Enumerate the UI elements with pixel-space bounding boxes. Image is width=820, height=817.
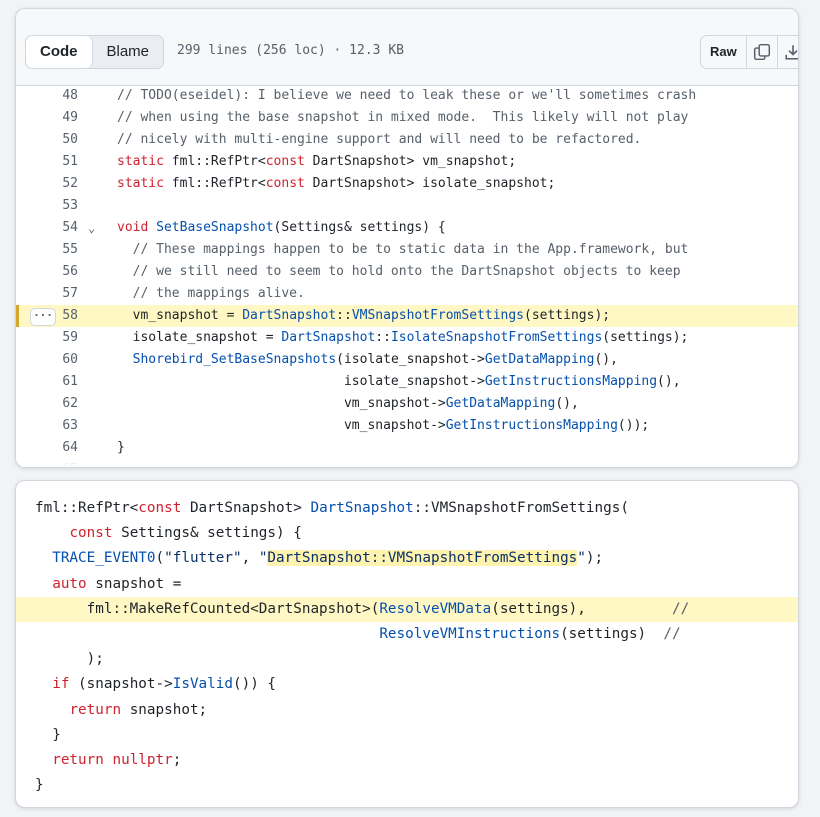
code-line: 48 // TODO(eseidel): I believe we need to… bbox=[16, 85, 798, 107]
code-line: 59 isolate_snapshot = DartSnapshot::Isol… bbox=[16, 327, 798, 349]
line-code: // nicely with multi-engine support and … bbox=[117, 132, 642, 147]
copy-icon bbox=[753, 43, 770, 61]
download-icon bbox=[785, 45, 798, 60]
file-actions: Raw bbox=[700, 35, 798, 69]
code-line: 60 Shorebird_SetBaseSnapshots(isolate_sn… bbox=[16, 349, 798, 371]
snippet-line: return nullptr; bbox=[16, 748, 798, 773]
snippet-line: if (snapshot->IsValid()) { bbox=[16, 672, 798, 697]
line-number[interactable]: 48 bbox=[16, 85, 78, 107]
file-viewer: Code Blame 299 lines (256 loc) · 12.3 KB… bbox=[15, 8, 799, 468]
code-line: 62 vm_snapshot->GetDataMapping(), bbox=[16, 393, 798, 415]
line-number[interactable]: 49 bbox=[16, 107, 78, 129]
code-line: ··· 58 vm_snapshot = DartSnapshot::VMSnap… bbox=[16, 305, 798, 327]
line-number[interactable]: 50 bbox=[16, 129, 78, 151]
file-toolbar: Code Blame 299 lines (256 loc) · 12.3 KB… bbox=[16, 9, 798, 86]
copy-button[interactable] bbox=[747, 36, 778, 68]
code-tab[interactable]: Code bbox=[26, 36, 93, 68]
code-line: 51 static fml::RefPtr<const DartSnapshot>… bbox=[16, 151, 798, 173]
line-number[interactable]: 61 bbox=[16, 371, 78, 393]
snippet-line: TRACE_EVENT0("flutter", "DartSnapshot::V… bbox=[16, 546, 798, 571]
line-code: static fml::RefPtr<const DartSnapshot> i… bbox=[117, 176, 556, 191]
fold-chevron-icon[interactable]: ⌄ bbox=[88, 217, 95, 239]
snippet-lines: fml::RefPtr<const DartSnapshot> DartSnap… bbox=[16, 496, 798, 798]
raw-button[interactable]: Raw bbox=[701, 36, 747, 68]
line-number[interactable]: 52 bbox=[16, 173, 78, 195]
snippet-line: } bbox=[16, 723, 798, 748]
snippet-code: } bbox=[35, 726, 61, 743]
line-number[interactable]: 55 bbox=[16, 239, 78, 261]
line-code: // These mappings happen to be to static… bbox=[117, 242, 689, 257]
line-number[interactable]: 53 bbox=[16, 195, 78, 217]
snippet-line: ResolveVMInstructions(settings) // bbox=[16, 622, 798, 647]
line-number[interactable]: 54 bbox=[16, 217, 78, 239]
code-line: 55 // These mappings happen to be to sta… bbox=[16, 239, 798, 261]
line-code: // when using the base snapshot in mixed… bbox=[117, 110, 689, 125]
line-number[interactable]: 63 bbox=[16, 415, 78, 437]
blame-tab[interactable]: Blame bbox=[93, 36, 164, 68]
code-line: 52 static fml::RefPtr<const DartSnapshot>… bbox=[16, 173, 798, 195]
function-snippet: fml::RefPtr<const DartSnapshot> DartSnap… bbox=[15, 480, 799, 808]
snippet-line: } bbox=[16, 773, 798, 798]
line-code: isolate_snapshot = DartSnapshot::Isolate… bbox=[117, 330, 689, 345]
line-number[interactable]: 62 bbox=[16, 393, 78, 415]
code-line: 61 isolate_snapshot->GetInstructionsMapp… bbox=[16, 371, 798, 393]
snippet-line: fml::RefPtr<const DartSnapshot> DartSnap… bbox=[16, 496, 798, 521]
line-code: // TODO(eseidel): I believe we need to l… bbox=[117, 88, 697, 103]
snippet-code: ResolveVMInstructions(settings) // bbox=[379, 625, 681, 642]
code-line: 57 // the mappings alive. bbox=[16, 283, 798, 305]
line-code: // we still need to seem to hold onto th… bbox=[117, 264, 681, 279]
line-number[interactable]: 51 bbox=[16, 151, 78, 173]
view-toggle: Code Blame bbox=[25, 35, 165, 69]
snippet-line: fml::MakeRefCounted<DartSnapshot>(Resolv… bbox=[16, 596, 798, 622]
code-line: 53 bbox=[16, 195, 798, 217]
snippet-code: ); bbox=[35, 651, 104, 668]
code-line: 56 // we still need to seem to hold onto… bbox=[16, 261, 798, 283]
line-number[interactable]: 60 bbox=[16, 349, 78, 371]
line-code: Shorebird_SetBaseSnapshots(isolate_snaps… bbox=[132, 352, 618, 367]
line-code: void SetBaseSnapshot(Settings& settings)… bbox=[117, 220, 446, 235]
line-code: // the mappings alive. bbox=[117, 286, 305, 301]
snippet-code: const Settings& settings) { bbox=[69, 525, 302, 542]
scroll-fade bbox=[16, 453, 798, 467]
snippet-code: } bbox=[35, 777, 44, 794]
line-code: vm_snapshot->GetInstructionsMapping()); bbox=[117, 418, 650, 433]
snippet-line: ); bbox=[16, 647, 798, 672]
download-button[interactable] bbox=[778, 36, 798, 68]
snippet-line: const Settings& settings) { bbox=[16, 521, 798, 546]
line-code: vm_snapshot->GetDataMapping(), bbox=[117, 396, 579, 411]
code-line: 50 // nicely with multi-engine support an… bbox=[16, 129, 798, 151]
line-code: isolate_snapshot->GetInstructionsMapping… bbox=[117, 374, 681, 389]
snippet-code: TRACE_EVENT0("flutter", "DartSnapshot::V… bbox=[52, 550, 604, 567]
snippet-code: return nullptr; bbox=[52, 751, 182, 768]
line-number[interactable]: 56 bbox=[16, 261, 78, 283]
line-code: vm_snapshot = DartSnapshot::VMSnapshotFr… bbox=[117, 308, 611, 323]
code-line: 49 // when using the base snapshot in mix… bbox=[16, 107, 798, 129]
code-line: 54 ⌄ void SetBaseSnapshot(Settings& settin… bbox=[16, 217, 798, 239]
code-lines: 48 // TODO(eseidel): I believe we need to… bbox=[16, 85, 798, 459]
snippet-line: return snapshot; bbox=[16, 698, 798, 723]
snippet-code: auto snapshot = bbox=[52, 575, 182, 592]
snippet-code: return snapshot; bbox=[69, 701, 208, 718]
line-code: static fml::RefPtr<const DartSnapshot> v… bbox=[117, 154, 517, 169]
snippet-code: fml::RefPtr<const DartSnapshot> DartSnap… bbox=[35, 500, 629, 516]
snippet-code: fml::MakeRefCounted<DartSnapshot>(Resolv… bbox=[35, 600, 690, 617]
code-line: 63 vm_snapshot->GetInstructionsMapping()… bbox=[16, 415, 798, 437]
snippet-line: auto snapshot = bbox=[16, 572, 798, 597]
line-number[interactable]: 58 bbox=[16, 305, 78, 327]
snippet-code: if (snapshot->IsValid()) { bbox=[52, 676, 277, 693]
line-number[interactable]: 57 bbox=[16, 283, 78, 305]
file-meta: 299 lines (256 loc) · 12.3 KB bbox=[177, 43, 404, 58]
line-number[interactable]: 59 bbox=[16, 327, 78, 349]
